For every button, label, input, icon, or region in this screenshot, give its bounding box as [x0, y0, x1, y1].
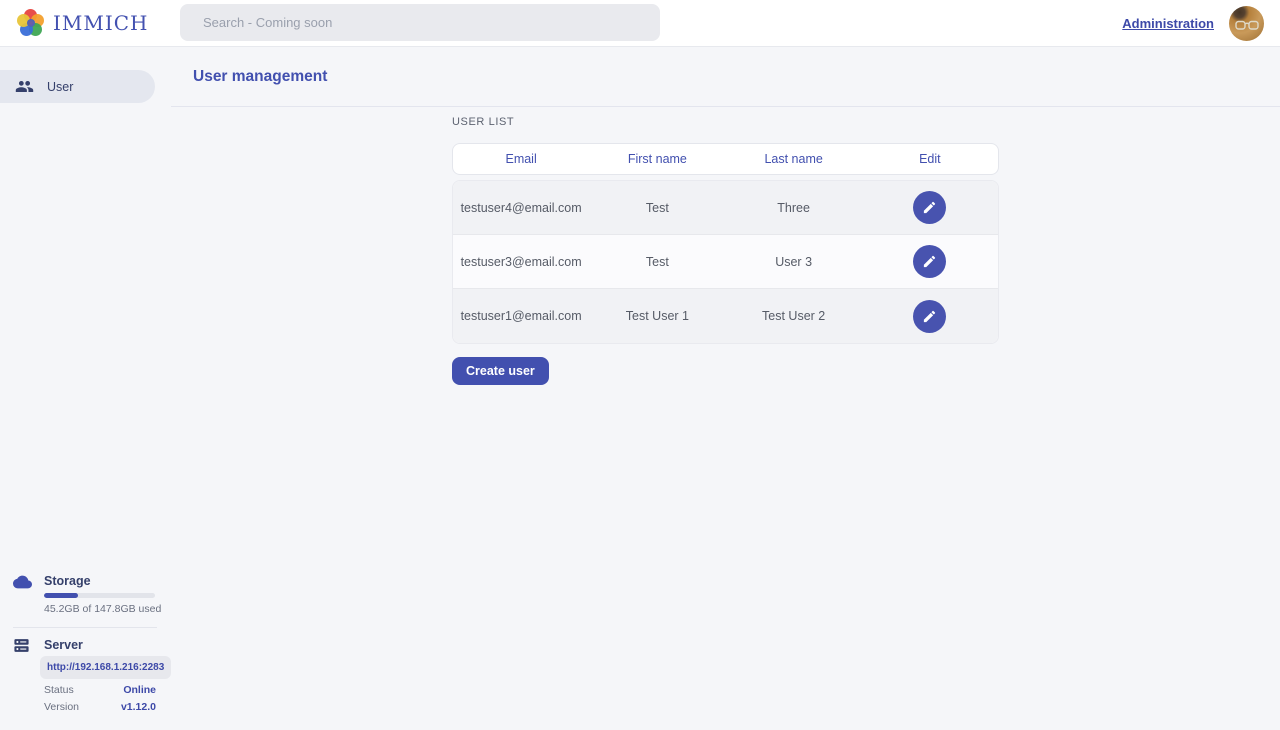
brand-name: IMMICH — [53, 11, 149, 35]
status-value: Online — [123, 684, 156, 696]
search-input[interactable] — [180, 4, 660, 41]
edit-cell — [862, 191, 998, 224]
page-title: User management — [193, 68, 327, 86]
admin-sidebar: User Storage 45.2GB of 147.8GB used S — [0, 47, 171, 730]
pencil-icon — [922, 200, 937, 215]
table-row: testuser3@email.com Test User 3 — [453, 235, 998, 289]
column-header-first-name: First name — [589, 152, 725, 166]
edit-cell — [862, 245, 998, 278]
topbar-actions: Administration — [1122, 0, 1264, 47]
users-icon — [15, 77, 34, 96]
table-row: testuser4@email.com Test Three — [453, 181, 998, 235]
brand-home-link[interactable]: IMMICH — [0, 9, 149, 37]
storage-progress-fill — [44, 593, 78, 598]
version-label: Version — [44, 701, 79, 713]
server-title: Server — [44, 638, 83, 652]
storage-usage-text: 45.2GB of 147.8GB used — [44, 603, 161, 615]
table-row: testuser1@email.com Test User 1 Test Use… — [453, 289, 998, 343]
column-header-edit: Edit — [862, 152, 998, 166]
user-table: testuser4@email.com Test Three testuser3… — [452, 180, 999, 344]
column-header-last-name: Last name — [726, 152, 862, 166]
cloud-icon — [13, 574, 32, 595]
user-last-name: User 3 — [726, 255, 862, 269]
server-version-row: Version v1.12.0 — [44, 701, 156, 713]
sidebar-item-label: User — [47, 80, 73, 94]
server-url-badge: http://192.168.1.216:2283 — [40, 656, 171, 679]
page-header: User management — [171, 47, 1280, 107]
status-label: Status — [44, 684, 74, 696]
server-status-row: Status Online — [44, 684, 156, 696]
pencil-icon — [922, 254, 937, 269]
user-first-name: Test — [589, 201, 725, 215]
user-last-name: Three — [726, 201, 862, 215]
user-last-name: Test User 2 — [726, 309, 862, 323]
edit-cell — [862, 300, 998, 333]
server-url: http://192.168.1.216:2283 — [47, 662, 164, 673]
user-email: testuser3@email.com — [453, 255, 589, 269]
sidebar-divider — [13, 627, 157, 628]
edit-user-button[interactable] — [913, 191, 946, 224]
top-bar: IMMICH Administration — [0, 0, 1280, 47]
create-user-button[interactable]: Create user — [452, 357, 549, 385]
user-email: testuser4@email.com — [453, 201, 589, 215]
column-header-email: Email — [453, 152, 589, 166]
immich-logo-icon — [17, 9, 45, 37]
user-table-header: Email First name Last name Edit — [452, 143, 999, 175]
edit-user-button[interactable] — [913, 245, 946, 278]
user-email: testuser1@email.com — [453, 309, 589, 323]
server-icon — [13, 637, 30, 659]
storage-progress-bar — [44, 593, 155, 598]
edit-user-button[interactable] — [913, 300, 946, 333]
storage-title: Storage — [44, 574, 91, 588]
section-label: USER LIST — [452, 116, 514, 128]
user-first-name: Test — [589, 255, 725, 269]
sidebar-item-user[interactable]: User — [0, 70, 155, 103]
user-avatar[interactable] — [1229, 6, 1264, 41]
glasses-icon — [1235, 20, 1259, 31]
administration-link[interactable]: Administration — [1122, 16, 1214, 31]
logo-center — [27, 19, 35, 27]
user-first-name: Test User 1 — [589, 309, 725, 323]
version-value: v1.12.0 — [121, 701, 156, 713]
pencil-icon — [922, 309, 937, 324]
